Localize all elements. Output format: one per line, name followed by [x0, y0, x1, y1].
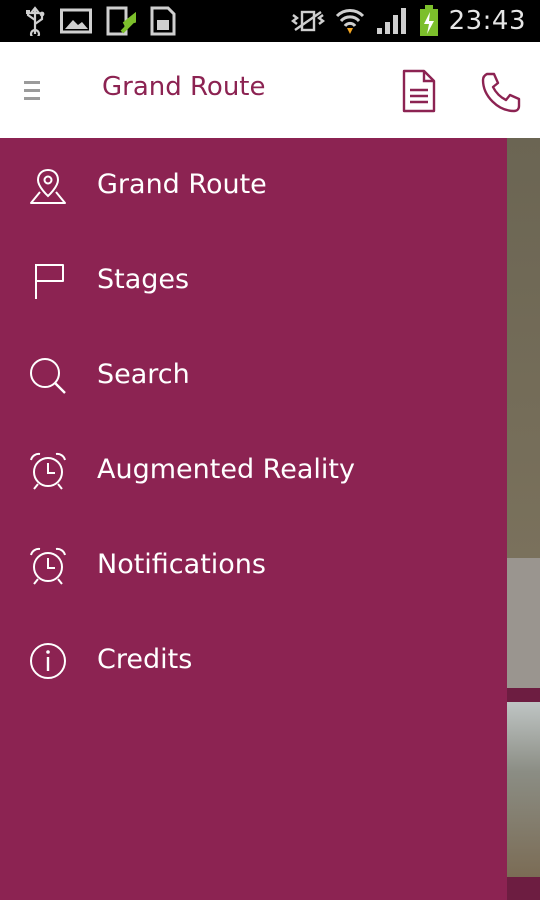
- system-icons: 23:43: [290, 4, 526, 38]
- notification-icons: [24, 6, 176, 36]
- menu-icon: [24, 81, 40, 100]
- drawer-item-stages[interactable]: Stages: [0, 233, 507, 328]
- drawer-item-label: Search: [97, 359, 190, 390]
- flag-icon: [35, 264, 64, 299]
- alarm-clock-icon: [30, 547, 66, 585]
- usb-icon: [24, 6, 46, 36]
- drawer-item-label: Stages: [97, 264, 190, 295]
- status-clock: 23:43: [448, 6, 526, 36]
- drawer-item-search[interactable]: Search: [0, 328, 507, 423]
- sd-card-icon: [150, 6, 176, 36]
- drawer-item-label: Credits: [97, 644, 193, 675]
- wifi-icon: [335, 6, 365, 36]
- background-photo-bottom: [507, 702, 540, 877]
- content-divider: [507, 877, 540, 900]
- background-photo-middle: [507, 558, 540, 688]
- image-icon: [60, 7, 92, 35]
- navigation-drawer: Grand Route Stages Search Augmented Real…: [0, 138, 507, 900]
- document-icon: [402, 69, 436, 113]
- drawer-item-label: Augmented Reality: [97, 454, 355, 485]
- drawer-item-augmented-reality[interactable]: Augmented Reality: [0, 423, 507, 518]
- menu-button[interactable]: [22, 78, 44, 104]
- drawer-item-grand-route[interactable]: Grand Route: [0, 138, 507, 233]
- alarm-clock-icon: [30, 452, 66, 490]
- document-button[interactable]: [398, 68, 440, 114]
- drawer-item-label: Grand Route: [97, 169, 267, 200]
- battery-charging-icon: [419, 5, 439, 37]
- signal-icon: [375, 6, 409, 36]
- phone-icon: [481, 72, 521, 113]
- phone-button[interactable]: [478, 70, 522, 114]
- drawer-item-notifications[interactable]: Notifications: [0, 518, 507, 613]
- no-vibration-icon: [290, 8, 325, 34]
- info-icon: [30, 643, 66, 679]
- app-bar: Grand Route: [0, 42, 540, 138]
- search-icon: [30, 358, 66, 394]
- content-divider: [507, 688, 540, 702]
- download-icon: [106, 6, 136, 36]
- status-bar: 23:43: [0, 0, 540, 42]
- drawer-item-credits[interactable]: Credits: [0, 613, 507, 708]
- drawer-item-label: Notifications: [97, 549, 266, 580]
- map-pin-icon: [30, 168, 66, 204]
- background-photo-top: [507, 138, 540, 558]
- app-title: Grand Route: [102, 72, 266, 102]
